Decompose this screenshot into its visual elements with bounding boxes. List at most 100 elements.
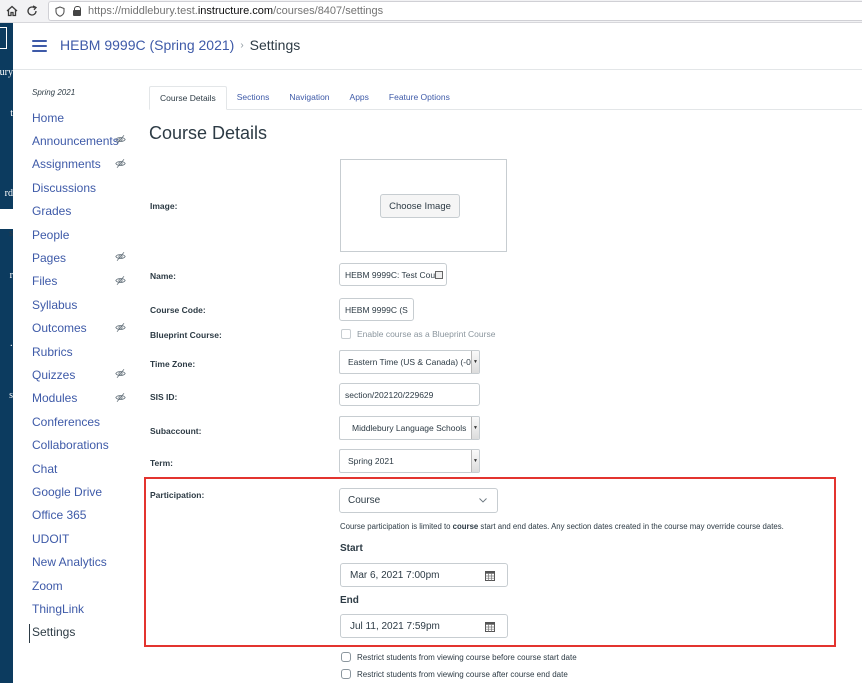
global-nav-label-admin[interactable]: t [0, 108, 13, 119]
reload-icon[interactable] [24, 3, 40, 19]
restrict-before-start-row[interactable]: Restrict students from viewing course be… [341, 652, 577, 662]
global-nav-label-commons[interactable]: s [0, 390, 13, 401]
sidebar-item-outcomes[interactable]: Outcomes [32, 317, 142, 340]
sidebar-item-chat[interactable]: Chat [32, 457, 142, 480]
subaccount-label: Subaccount: [150, 426, 202, 436]
home-icon[interactable] [4, 3, 20, 19]
lock-icon[interactable] [73, 6, 82, 16]
sidebar-item-home[interactable]: Home [32, 106, 142, 129]
sidebar-item-settings[interactable]: Settings [29, 621, 142, 644]
sidebar-item-label: Assignments [32, 157, 101, 172]
sidebar-item-label: Quizzes [32, 367, 76, 382]
course-code-value: HEBM 9999C (S [345, 304, 408, 315]
end-date-value: Jul 11, 2021 7:59pm [350, 620, 440, 632]
page-header: HEBM 9999C (Spring 2021) › Settings [13, 23, 862, 70]
address-bar[interactable]: https://middlebury.test.instructure.com/… [48, 1, 862, 21]
url-text[interactable]: https://middlebury.test.instructure.com/… [88, 5, 383, 17]
tab-sections[interactable]: Sections [227, 86, 280, 110]
sidebar-item-office-365[interactable]: Office 365 [32, 504, 142, 527]
course-navigation: Spring 2021 Home Announcements Assignments… [29, 88, 142, 644]
sidebar-item-label: New Analytics [32, 555, 107, 570]
restrict-after-end-checkbox[interactable] [341, 669, 351, 679]
course-code-label: Course Code: [150, 305, 206, 315]
sidebar-item-label: ThingLink [32, 601, 85, 616]
term-value: Spring 2021 [348, 456, 394, 466]
hidden-from-students-icon [115, 158, 126, 169]
global-nav-label-account[interactable]: ury [0, 67, 13, 78]
chevron-down-icon [479, 498, 487, 503]
sidebar-item-syllabus[interactable]: Syllabus [32, 293, 142, 316]
sidebar-item-label: People [32, 227, 70, 242]
breadcrumb-course-link[interactable]: HEBM 9999C (Spring 2021) [60, 37, 234, 53]
term-select[interactable]: Spring 2021 ▼ [339, 449, 480, 473]
sis-id-input[interactable]: section/202120/229629 [339, 383, 480, 406]
tab-course-details[interactable]: Course Details [149, 86, 227, 110]
hamburger-menu-icon[interactable] [32, 40, 47, 52]
sidebar-item-quizzes[interactable]: Quizzes [32, 363, 142, 386]
sidebar-item-label: Conferences [32, 414, 101, 429]
course-term-label: Spring 2021 [32, 88, 76, 97]
sidebar-item-rubrics[interactable]: Rubrics [32, 340, 142, 363]
breadcrumb-current: Settings [249, 37, 301, 53]
tab-apps[interactable]: Apps [340, 86, 379, 110]
hidden-from-students-icon [115, 392, 126, 403]
page-title: Course Details [149, 123, 268, 143]
sidebar-item-announcements[interactable]: Announcements [32, 129, 142, 152]
subaccount-select[interactable]: Middlebury Language Schools ▼ [339, 416, 480, 440]
global-nav-label-dashboard[interactable]: rd [0, 188, 13, 199]
autofill-key-icon[interactable] [435, 271, 443, 279]
participation-select[interactable]: Course [339, 488, 498, 513]
global-nav-label-calendar[interactable]: r [0, 270, 13, 281]
sidebar-item-files[interactable]: Files [32, 270, 142, 293]
sidebar-item-label: Chat [32, 461, 58, 476]
start-date-heading: Start [340, 543, 363, 554]
course-name-input[interactable]: HEBM 9999C: Test Cou [339, 263, 447, 286]
sidebar-item-grades[interactable]: Grades [32, 200, 142, 223]
sidebar-item-label: UDOIT [32, 531, 70, 546]
sidebar-item-google-drive[interactable]: Google Drive [32, 480, 142, 503]
blueprint-label: Blueprint Course: [150, 330, 222, 340]
restrict-after-end-row[interactable]: Restrict students from viewing course af… [341, 669, 568, 679]
sidebar-item-label: Collaborations [32, 438, 109, 453]
time-zone-label: Time Zone: [150, 359, 196, 369]
sidebar-item-assignments[interactable]: Assignments [32, 153, 142, 176]
blueprint-checkbox-row[interactable]: Enable course as a Blueprint Course [341, 329, 495, 339]
select-arrow-icon: ▼ [471, 450, 479, 472]
tab-feature-options[interactable]: Feature Options [379, 86, 460, 110]
settings-tabs: Course Details Sections Navigation Apps … [149, 86, 862, 110]
choose-image-button[interactable]: Choose Image [380, 194, 460, 218]
sidebar-item-zoom[interactable]: Zoom [32, 574, 142, 597]
breadcrumb-separator: › [240, 39, 244, 51]
sidebar-item-modules[interactable]: Modules [32, 387, 142, 410]
course-code-input[interactable]: HEBM 9999C (S [339, 298, 414, 321]
sidebar-item-udoit[interactable]: UDOIT [32, 527, 142, 550]
institution-logo[interactable] [0, 27, 7, 49]
sidebar-item-people[interactable]: People [32, 223, 142, 246]
calendar-icon[interactable] [485, 571, 495, 581]
term-label: Term: [150, 458, 173, 468]
sidebar-item-label: Settings [32, 625, 76, 640]
time-zone-select[interactable]: Eastern Time (US & Canada) (-0 ▼ [339, 350, 480, 374]
sidebar-item-pages[interactable]: Pages [32, 246, 142, 269]
select-arrow-icon: ▼ [471, 351, 479, 373]
end-date-input[interactable]: Jul 11, 2021 7:59pm [340, 614, 508, 638]
end-date-heading: End [340, 595, 359, 606]
calendar-icon[interactable] [485, 622, 495, 632]
sidebar-item-label: Google Drive [32, 484, 103, 499]
sidebar-item-thinglink[interactable]: ThingLink [32, 597, 142, 620]
shield-icon[interactable] [55, 5, 65, 17]
sidebar-item-collaborations[interactable]: Collaborations [32, 433, 142, 456]
sidebar-item-discussions[interactable]: Discussions [32, 176, 142, 199]
sidebar-item-label: Home [32, 110, 65, 125]
tab-navigation[interactable]: Navigation [279, 86, 339, 110]
start-date-input[interactable]: Mar 6, 2021 7:00pm [340, 563, 508, 587]
sidebar-item-label: Modules [32, 391, 78, 406]
sidebar-item-label: Discussions [32, 180, 97, 195]
sidebar-item-conferences[interactable]: Conferences [32, 410, 142, 433]
restrict-before-start-checkbox[interactable] [341, 652, 351, 662]
sidebar-item-new-analytics[interactable]: New Analytics [32, 550, 142, 573]
course-image-dropzone[interactable]: Choose Image [340, 159, 507, 252]
global-nav-label-inbox[interactable]: · [0, 341, 13, 352]
blueprint-checkbox[interactable] [341, 329, 351, 339]
sidebar-item-label: Office 365 [32, 508, 87, 523]
